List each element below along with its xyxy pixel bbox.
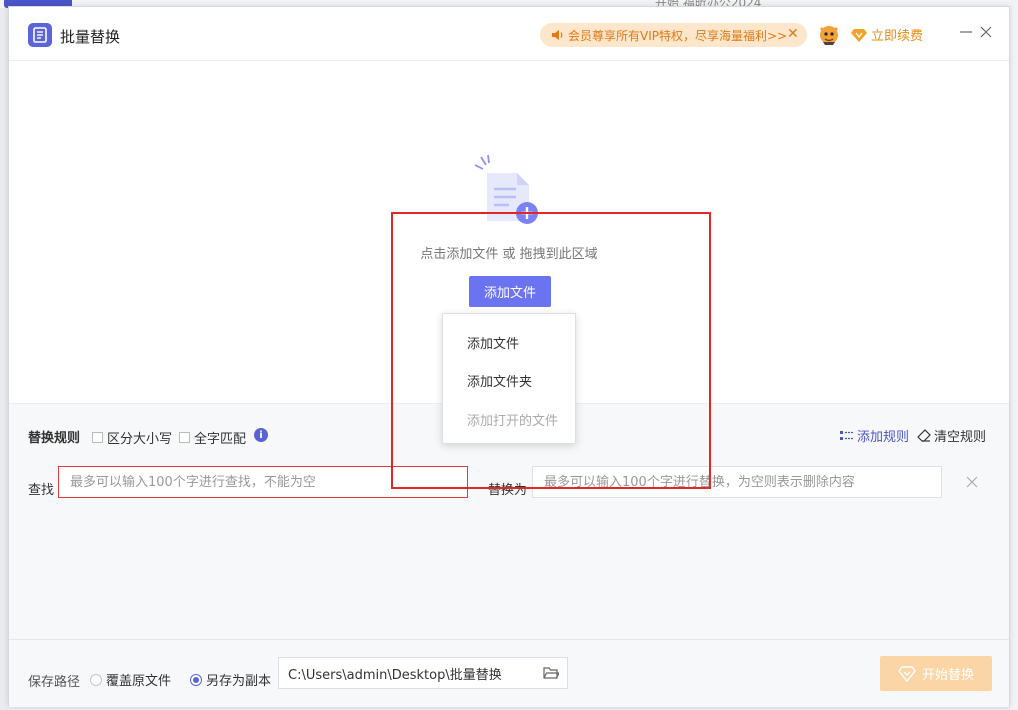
find-label: 查找 [28,483,55,498]
clear-rules-button[interactable]: 清空规则 [917,426,986,445]
menu-item-add-file[interactable]: 添加文件 [467,333,519,352]
find-input[interactable] [58,466,468,498]
whole-word-checkbox[interactable]: 全字匹配 [179,428,246,447]
rules-title: 替换规则 [28,431,81,446]
vip-banner-close-icon[interactable]: ✕ [787,27,801,41]
menu-item-add-open-files: 添加打开的文件 [467,414,559,429]
save-path-value: C:\Users\admin\Desktop\批量替换 [288,667,502,683]
renew-vip-link[interactable]: 立即续费 [851,25,923,44]
delete-rule-icon[interactable] [965,475,979,489]
checkbox-box[interactable] [92,432,103,443]
vip-promo-banner[interactable]: 会员尊享所有VIP特权，尽享海量福利>> ✕ [540,23,807,47]
minimize-icon[interactable] [959,25,973,39]
document-icon [28,23,52,47]
background-app-edge [1010,0,1018,710]
diamond-icon [851,28,867,42]
checkbox-box[interactable] [179,432,190,443]
overwrite-label: 覆盖原文件 [106,674,172,689]
add-file-button[interactable]: 添加文件 [469,276,551,307]
save-path-label: 保存路径 [28,675,81,690]
case-sensitive-checkbox[interactable]: 区分大小写 [92,428,172,447]
save-copy-label: 另存为副本 [206,674,272,689]
title-bar: 批量替换 会员尊享所有VIP特权，尽享海量福利>> ✕ 立即续费 [9,7,1009,61]
save-path-field[interactable]: C:\Users\admin\Desktop\批量替换 [278,657,568,689]
user-avatar-icon[interactable] [817,22,841,46]
start-replace-label: 开始替换 [921,668,974,683]
info-icon[interactable]: i [254,428,268,442]
radio-dot-selected[interactable] [190,673,202,686]
save-copy-radio[interactable]: 另存为副本 [190,670,271,689]
add-file-illustration-icon [474,154,538,224]
menu-item-add-folder[interactable]: 添加文件夹 [467,371,532,390]
add-file-dropdown-menu: 添加文件 添加文件夹 添加打开的文件 [442,313,576,444]
add-rule-icon [840,430,853,440]
save-footer: 保存路径 覆盖原文件 另存为副本 C:\Users\admin\Desktop\… [9,639,1009,707]
speaker-icon [552,30,563,40]
close-icon[interactable] [979,25,993,39]
eraser-icon [917,429,931,442]
dialog-title: 批量替换 [60,28,121,46]
case-sensitive-label: 区分大小写 [107,432,173,447]
vip-promo-text: 会员尊享所有VIP特权，尽享海量福利>> [568,28,788,43]
replace-label: 替换为 [488,483,528,498]
renew-label: 立即续费 [871,29,924,44]
folder-open-icon[interactable] [543,666,559,680]
drop-hint-text: 点击添加文件 或 拖拽到此区域 [420,247,598,262]
add-rule-label: 添加规则 [857,430,910,445]
start-replace-button[interactable]: 开始替换 [880,656,992,691]
radio-dot[interactable] [90,673,102,686]
replace-input[interactable] [532,466,942,498]
add-rule-button[interactable]: 添加规则 [840,426,909,445]
start-icon [898,665,916,682]
whole-word-label: 全字匹配 [194,432,247,447]
overwrite-radio[interactable]: 覆盖原文件 [90,670,171,689]
clear-rule-label: 清空规则 [934,430,987,445]
